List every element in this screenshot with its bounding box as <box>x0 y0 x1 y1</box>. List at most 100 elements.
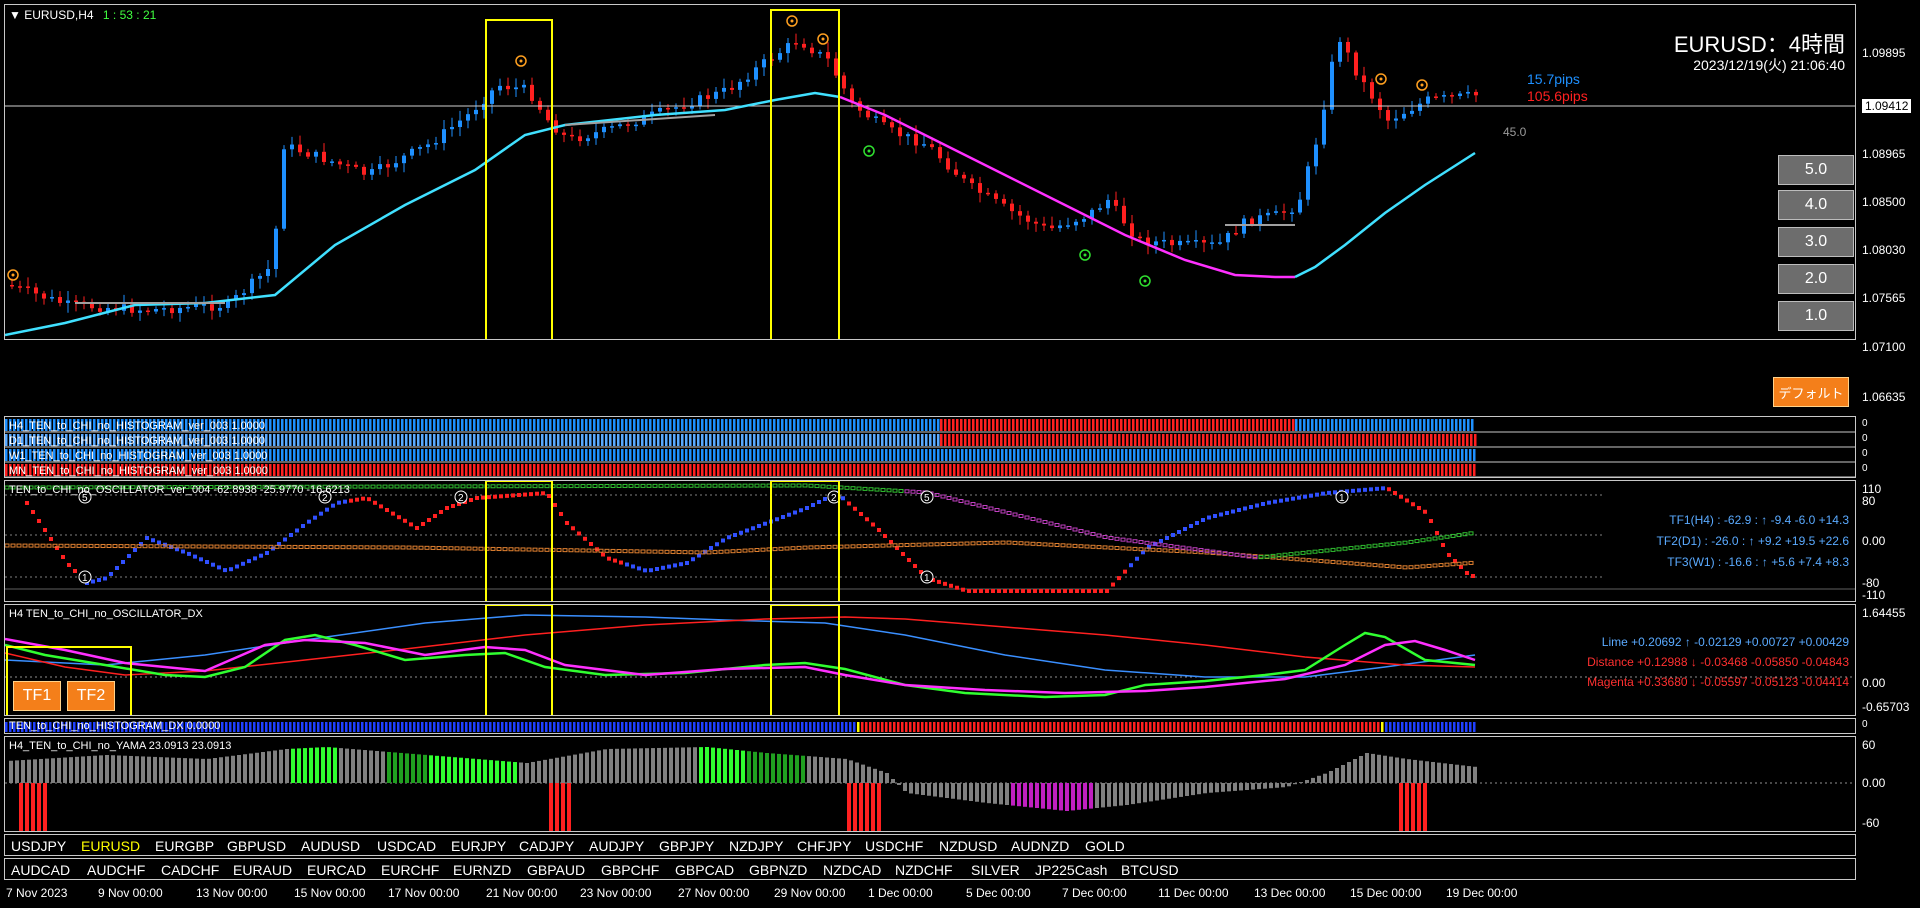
histogram-bar <box>645 434 648 446</box>
symbol-tab-btcusd[interactable]: BTCUSD <box>1121 862 1179 878</box>
symbol-tab-gbpusd[interactable]: GBPUSD <box>227 838 286 854</box>
histogram-bar <box>793 464 796 476</box>
histogram-bar <box>477 419 480 431</box>
symbol-tab-audnzd[interactable]: AUDNZD <box>1011 838 1069 854</box>
symbol-tab-eurnzd[interactable]: EURNZD <box>453 862 511 878</box>
period-button-5[interactable]: 5.0 <box>1778 155 1854 185</box>
candle-body <box>538 100 542 110</box>
symbol-tab-gold[interactable]: GOLD <box>1085 838 1125 854</box>
time-axis-label: 27 Nov 00:00 <box>678 886 750 900</box>
symbol-tab-nzdchf[interactable]: NZDCHF <box>895 862 953 878</box>
histogram-bar <box>941 464 944 476</box>
symbol-tab-audusd[interactable]: AUDUSD <box>301 838 360 854</box>
histogram-bar <box>745 419 748 431</box>
period-button-1[interactable]: 1.0 <box>1778 301 1854 331</box>
histogram-dx-bar <box>725 722 728 732</box>
symbol-tab-usdjpy[interactable]: USDJPY <box>11 838 66 854</box>
candle-body <box>754 67 758 80</box>
histogram-bar <box>1188 419 1191 431</box>
histogram-bar <box>1072 434 1075 446</box>
histogram-bar <box>677 464 680 476</box>
histogram-bar <box>1354 434 1357 446</box>
symbol-tab-nzdusd[interactable]: NZDUSD <box>939 838 997 854</box>
histogram-bar <box>1012 434 1015 446</box>
histogram-bar <box>1345 464 1348 476</box>
histogram-bar <box>941 449 944 461</box>
histogram-bar <box>773 449 776 461</box>
symbol-tab-gbpchf[interactable]: GBPCHF <box>601 862 659 878</box>
osc-tf2-dot <box>772 547 778 552</box>
period-button-3[interactable]: 3.0 <box>1778 227 1854 257</box>
osc-tf2-dot <box>580 548 586 553</box>
histogram-bar <box>1017 449 1020 461</box>
symbol-tab-eurcad[interactable]: EURCAD <box>307 862 366 878</box>
histogram-bar <box>1013 464 1016 476</box>
histogram-bar <box>629 434 632 446</box>
candle-body <box>842 75 846 89</box>
histogram-bar <box>1172 419 1175 431</box>
osc-row-tf3: TF3(W1) : -16.6 : ↑ +5.6 +7.4 +8.3 <box>1667 555 1849 569</box>
symbol-tab-gbpcad[interactable]: GBPCAD <box>675 862 734 878</box>
yama-bar <box>639 748 643 783</box>
symbol-tab-audjpy[interactable]: AUDJPY <box>589 838 644 854</box>
symbol-tab-eurgbp[interactable]: EURGBP <box>155 838 214 854</box>
symbol-tab-euraud[interactable]: EURAUD <box>233 862 292 878</box>
candle-body <box>1418 103 1422 111</box>
symbol-tab-gbpnzd[interactable]: GBPNZD <box>749 862 807 878</box>
yama-red-bar <box>1411 783 1415 831</box>
period-button-4[interactable]: 4.0 <box>1778 190 1854 220</box>
symbol-tab-nzdjpy[interactable]: NZDJPY <box>729 838 783 854</box>
histogram-dx-bar <box>749 722 752 732</box>
symbol-tab-eurusd[interactable]: EURUSD <box>81 838 140 854</box>
period-button-2[interactable]: 2.0 <box>1778 264 1854 294</box>
histogram-bar <box>1045 464 1048 476</box>
histogram-dx-bar <box>1221 722 1224 732</box>
price-chart-panel[interactable]: ▼ EURUSD,H4 1 : 53 : 21 EURUSD：4時間 2023/… <box>4 4 1856 340</box>
default-button[interactable]: デフォルト <box>1773 377 1849 407</box>
symbol-tab-eurjpy[interactable]: EURJPY <box>451 838 506 854</box>
osc-tf3-dot <box>466 484 472 489</box>
candle-body <box>666 107 670 110</box>
histogram-bar <box>281 434 284 446</box>
histogram-bar <box>952 419 955 431</box>
time-axis-label: 5 Dec 00:00 <box>966 886 1031 900</box>
histogram-bar <box>669 419 672 431</box>
symbol-tab-eurchf[interactable]: EURCHF <box>381 862 439 878</box>
symbol-tab-cadchf[interactable]: CADCHF <box>161 862 219 878</box>
histogram-dx-bar <box>753 722 756 732</box>
signal-marker-dot <box>1143 279 1147 283</box>
symbol-tab-cadjpy[interactable]: CADJPY <box>519 838 574 854</box>
symbol-tab-audcad[interactable]: AUDCAD <box>11 862 70 878</box>
histogram-bar <box>577 449 580 461</box>
symbol-tab-chfjpy[interactable]: CHFJPY <box>797 838 851 854</box>
histogram-bar <box>637 419 640 431</box>
tf2-button[interactable]: TF2 <box>67 681 115 711</box>
tf1-button[interactable]: TF1 <box>13 681 61 711</box>
candle-body <box>346 164 350 166</box>
yama-bar <box>387 751 391 783</box>
symbol-tab-jp225cash[interactable]: JP225Cash <box>1035 862 1107 878</box>
histogram-bar <box>1407 419 1410 431</box>
histogram-dx-bar <box>421 722 424 732</box>
histogram-dx-bar <box>693 722 696 732</box>
osc-tf2-dot <box>526 547 532 552</box>
symbol-tab-usdcad[interactable]: USDCAD <box>377 838 436 854</box>
symbol-tab-audchf[interactable]: AUDCHF <box>87 862 145 878</box>
histogram-bar <box>649 419 652 431</box>
histogram-bar <box>1226 434 1229 446</box>
histogram-bar <box>581 434 584 446</box>
histogram-bar <box>729 434 732 446</box>
symbol-tab-gbpjpy[interactable]: GBPJPY <box>659 838 714 854</box>
histogram-dx-bar <box>1245 722 1248 732</box>
histogram-bar <box>1374 434 1377 446</box>
histogram-bar <box>653 419 656 431</box>
osc-tf3-dot <box>634 483 640 488</box>
histogram-bar <box>617 434 620 446</box>
symbol-tab-silver[interactable]: SILVER <box>971 862 1020 878</box>
histogram-dx-bar <box>1445 722 1448 732</box>
histogram-bar <box>980 434 983 446</box>
symbol-tab-gbpaud[interactable]: GBPAUD <box>527 862 585 878</box>
histogram-bar <box>1394 434 1397 446</box>
symbol-tab-usdchf[interactable]: USDCHF <box>865 838 923 854</box>
symbol-tab-nzdcad[interactable]: NZDCAD <box>823 862 881 878</box>
